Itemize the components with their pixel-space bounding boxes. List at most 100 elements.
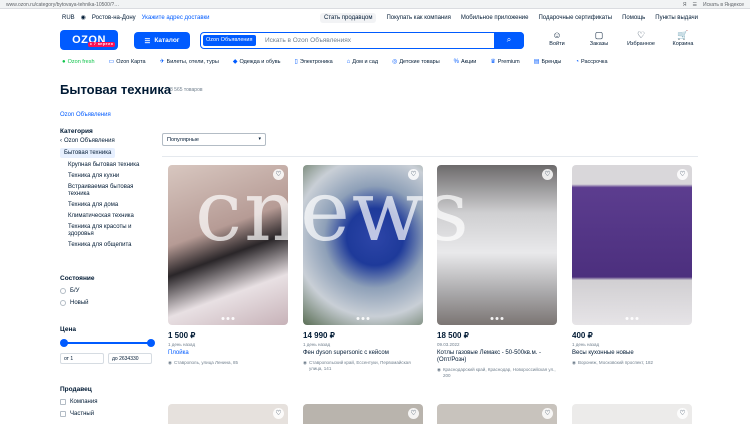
price-max-input[interactable]: до 2634330 (108, 353, 152, 364)
product-card[interactable]: ♡ 14 990 ₽ 1 день назад Фен dyson supers… (303, 165, 423, 371)
nav-item-travel[interactable]: ✈ Билеты, отели, туры (159, 58, 219, 66)
nav-label: Рассрочка (581, 58, 608, 65)
slider-min-handle[interactable] (60, 339, 68, 347)
category-back-link[interactable]: ‹ Ozon Объявления (60, 138, 155, 144)
product-image[interactable]: ♡ (168, 165, 288, 325)
checkbox[interactable] (60, 399, 66, 405)
seller-filter: Продавец Компания Частный (60, 386, 155, 423)
address-bar[interactable]: www.ozon.ru/category/bytovaya-tehnika-10… (6, 2, 119, 8)
subcategory-link[interactable]: Крупная бытовая техника (60, 162, 155, 169)
product-card[interactable]: ♡ (168, 404, 288, 424)
catalog-button[interactable]: ☰ Каталог (134, 32, 190, 49)
subcategory-link[interactable]: Техника для дома (60, 202, 155, 209)
product-image[interactable]: ♡ (437, 165, 557, 325)
product-card[interactable]: ♡ (572, 404, 692, 424)
currency-label[interactable]: RUB (62, 15, 75, 21)
product-card[interactable]: ♡ (303, 404, 423, 424)
price-slider[interactable] (60, 339, 155, 347)
favorite-heart-icon[interactable]: ♡ (408, 169, 419, 180)
search-scope-chip[interactable]: Ozon Объявления (203, 35, 256, 46)
seller-company-option[interactable]: Компания (60, 399, 155, 405)
checkbox[interactable] (60, 411, 66, 417)
product-card[interactable]: ♡ 1 500 ₽ 1 день назад Плойка ◉ Ставропол… (168, 165, 288, 366)
condition-used-option[interactable]: Б/У (60, 288, 155, 294)
favorites-button[interactable]: ♡ Избранное (626, 30, 656, 47)
subcategory-link[interactable]: Встраиваемая бытовая техника (60, 184, 155, 198)
option-label: Б/У (70, 288, 80, 294)
favorite-heart-icon[interactable]: ♡ (677, 169, 688, 180)
search-button[interactable]: ⌕ (494, 31, 524, 49)
buy-as-company-link[interactable]: Покупать как компания (386, 15, 450, 21)
subcategory-link[interactable]: Техника для общепита (60, 242, 155, 249)
product-title[interactable]: Фен dyson supersonic с кейсом (303, 350, 423, 357)
nav-item-kids[interactable]: ◎ Детские товары (392, 58, 440, 66)
search-input[interactable]: Искать в Ozon Объявлениях (265, 37, 351, 44)
search-bar[interactable]: Ozon Объявления Искать в Ozon Объявления… (200, 31, 524, 49)
ozon-logo[interactable]: OZON с 7 апреля (60, 30, 118, 50)
product-card[interactable]: ♡ (437, 404, 557, 424)
slider-max-handle[interactable] (147, 339, 155, 347)
nav-item-home-garden[interactable]: ⌂ Дом и сад (347, 58, 378, 65)
radio-circle[interactable] (60, 288, 66, 294)
nav-item-brands[interactable]: ▤ Бренды (533, 58, 562, 66)
option-label: Новый (70, 300, 89, 306)
current-category[interactable]: Бытовая техника (60, 148, 116, 158)
sort-dropdown[interactable]: Популярные ▾ (162, 133, 266, 146)
subcategory-link[interactable]: Климатическая техника (60, 213, 155, 220)
favorite-heart-icon[interactable]: ♡ (542, 408, 553, 419)
brand-icon: ▤ (533, 59, 540, 65)
nav-item-sales[interactable]: % Акции (454, 58, 477, 65)
become-seller-link[interactable]: Стать продавцом (320, 13, 377, 23)
orders-button[interactable]: ▢ Заказы (584, 30, 614, 47)
nav-item-installments[interactable]: ◔ Рассрочка (575, 58, 607, 65)
favorite-heart-icon[interactable]: ♡ (408, 408, 419, 419)
favorite-heart-icon[interactable]: ♡ (677, 408, 688, 419)
pickup-points-link[interactable]: Пункты выдачи (655, 15, 698, 21)
breadcrumb[interactable]: Ozon Объявления (60, 112, 111, 118)
product-title[interactable]: Плойка (168, 350, 288, 357)
sort-label: Популярные (167, 137, 199, 143)
category-heading: Категория (60, 128, 93, 135)
product-price: 18 500 ₽ (437, 331, 469, 340)
mobile-app-link[interactable]: Мобильное приложение (461, 15, 529, 21)
product-card[interactable]: ♡ 18 500 ₽ 09.03.2022 Котлы газовые Лема… (437, 165, 557, 378)
plane-icon: ✈ (159, 59, 165, 65)
help-link[interactable]: Помощь (622, 15, 645, 21)
gift-cards-link[interactable]: Подарочные сертификаты (538, 15, 612, 21)
nav-item-electronics[interactable]: ▯ Электроника (295, 58, 333, 66)
address-link[interactable]: Укажите адрес доставки (142, 15, 210, 21)
cart-button[interactable]: 🛒 Корзина (668, 30, 698, 47)
menu-icon[interactable]: ☰ (693, 2, 697, 8)
option-label: Компания (70, 399, 98, 405)
category-sidebar: Категория ‹ Ozon Объявления Бытовая техн… (60, 128, 155, 253)
product-title[interactable]: Весы кухонные новые (572, 350, 692, 357)
favorite-heart-icon[interactable]: ♡ (542, 169, 553, 180)
price-heading: Цена (60, 326, 76, 333)
nav-item-ozon-card[interactable]: ▭ Ozon Карта (109, 58, 146, 66)
product-image[interactable]: ♡ (572, 165, 692, 325)
nav-label: Ozon fresh (67, 58, 95, 65)
search-icon: ⌕ (506, 35, 512, 44)
nav-label: Бренды (541, 58, 562, 65)
radio-circle[interactable] (60, 300, 66, 306)
favorite-heart-icon[interactable]: ♡ (273, 169, 284, 180)
login-button[interactable]: ☺ Войти (542, 30, 572, 47)
subcategory-link[interactable]: Техника для кухни (60, 173, 155, 180)
product-image[interactable]: ♡ (303, 165, 423, 325)
nav-item-premium[interactable]: ♛ Premium (490, 58, 519, 66)
condition-new-option[interactable]: Новый (60, 300, 155, 306)
yandex-search-caption[interactable]: Искать в Яндексе (703, 2, 744, 8)
crown-icon: ♛ (490, 59, 496, 65)
price-min-input[interactable]: от 1 (60, 353, 104, 364)
orders-label: Заказы (589, 41, 609, 47)
favorite-heart-icon[interactable]: ♡ (273, 408, 284, 419)
product-title[interactable]: Котлы газовые Лемакс - 50-500кв.м. - (Оп… (437, 350, 557, 364)
subcategory-link[interactable]: Техника для красоты и здоровья (60, 224, 155, 238)
heart-icon: ♡ (636, 30, 646, 40)
nav-item-ozon-fresh[interactable]: ● Ozon fresh (62, 58, 95, 65)
city-label[interactable]: Ростов-на-Дону (92, 15, 136, 21)
nav-item-clothes[interactable]: ◆ Одежда и обувь (233, 58, 281, 66)
product-card[interactable]: ♡ 400 ₽ 1 день назад Весы кухонные новые… (572, 165, 692, 366)
seller-private-option[interactable]: Частный (60, 411, 155, 417)
location-pin-icon: ◉ (80, 15, 86, 21)
